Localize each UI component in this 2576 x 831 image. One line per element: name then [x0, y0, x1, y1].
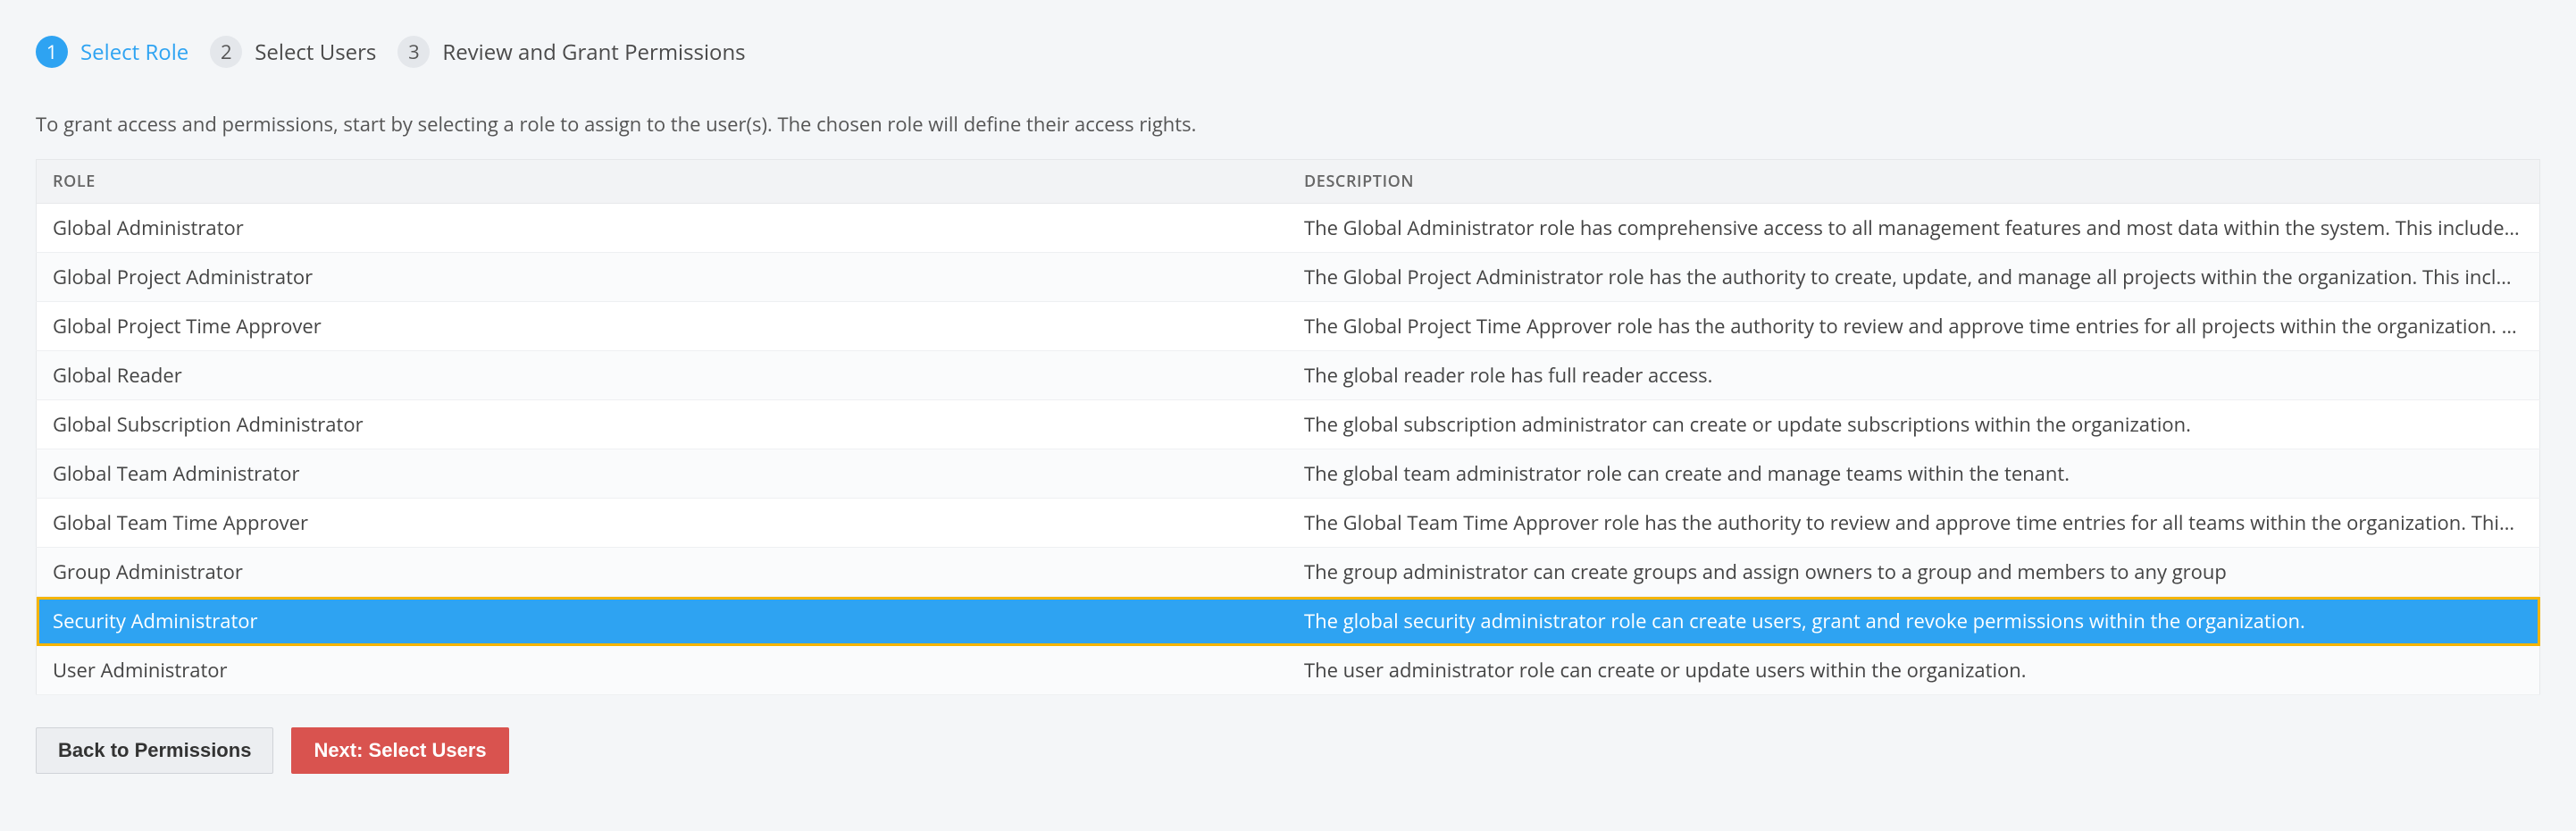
instruction-text: To grant access and permissions, start b…	[36, 111, 2540, 138]
roles-table: Role Description Global AdministratorThe…	[36, 159, 2540, 695]
cell-description: The Global Team Time Approver role has t…	[1288, 499, 2540, 548]
cell-description: The Global Project Administrator role ha…	[1288, 253, 2540, 302]
cell-role: Global Project Time Approver	[37, 302, 1289, 351]
cell-role: Global Project Administrator	[37, 253, 1289, 302]
cell-role: Global Reader	[37, 351, 1289, 400]
cell-role: Security Administrator	[37, 597, 1289, 646]
button-row: Back to Permissions Next: Select Users	[36, 727, 2540, 774]
table-row[interactable]: Global AdministratorThe Global Administr…	[37, 204, 2540, 253]
step-3[interactable]: 3 Review and Grant Permissions	[397, 36, 745, 68]
cell-description: The global reader role has full reader a…	[1288, 351, 2540, 400]
table-row[interactable]: Global Subscription AdministratorThe glo…	[37, 400, 2540, 449]
roles-table-body: Global AdministratorThe Global Administr…	[37, 204, 2540, 695]
step-label: Review and Grant Permissions	[442, 38, 745, 67]
cell-role: Group Administrator	[37, 548, 1289, 597]
table-row[interactable]: Global ReaderThe global reader role has …	[37, 351, 2540, 400]
table-row[interactable]: Global Project Time ApproverThe Global P…	[37, 302, 2540, 351]
step-label: Select Role	[80, 38, 188, 67]
step-2[interactable]: 2 Select Users	[210, 36, 376, 68]
cell-description: The global team administrator role can c…	[1288, 449, 2540, 499]
step-number: 3	[397, 36, 430, 68]
table-header-row: Role Description	[37, 160, 2540, 204]
step-label: Select Users	[255, 38, 376, 67]
cell-role: User Administrator	[37, 646, 1289, 695]
col-header-role: Role	[37, 160, 1289, 204]
cell-description: The Global Administrator role has compre…	[1288, 204, 2540, 253]
table-row[interactable]: User AdministratorThe user administrator…	[37, 646, 2540, 695]
table-row[interactable]: Global Project AdministratorThe Global P…	[37, 253, 2540, 302]
cell-role: Global Team Administrator	[37, 449, 1289, 499]
back-button[interactable]: Back to Permissions	[36, 727, 273, 774]
cell-description: The user administrator role can create o…	[1288, 646, 2540, 695]
cell-description: The group administrator can create group…	[1288, 548, 2540, 597]
table-row[interactable]: Global Team Time ApproverThe Global Team…	[37, 499, 2540, 548]
step-number: 1	[36, 36, 68, 68]
page-container: 1 Select Role 2 Select Users 3 Review an…	[0, 0, 2576, 810]
cell-role: Global Administrator	[37, 204, 1289, 253]
cell-description: The global security administrator role c…	[1288, 597, 2540, 646]
table-row[interactable]: Group AdministratorThe group administrat…	[37, 548, 2540, 597]
cell-description: The Global Project Time Approver role ha…	[1288, 302, 2540, 351]
step-1[interactable]: 1 Select Role	[36, 36, 188, 68]
cell-role: Global Subscription Administrator	[37, 400, 1289, 449]
col-header-description: Description	[1288, 160, 2540, 204]
table-row[interactable]: Security AdministratorThe global securit…	[37, 597, 2540, 646]
wizard-stepper: 1 Select Role 2 Select Users 3 Review an…	[36, 36, 2540, 68]
cell-role: Global Team Time Approver	[37, 499, 1289, 548]
table-row[interactable]: Global Team AdministratorThe global team…	[37, 449, 2540, 499]
cell-description: The global subscription administrator ca…	[1288, 400, 2540, 449]
next-button[interactable]: Next: Select Users	[291, 727, 508, 774]
step-number: 2	[210, 36, 242, 68]
